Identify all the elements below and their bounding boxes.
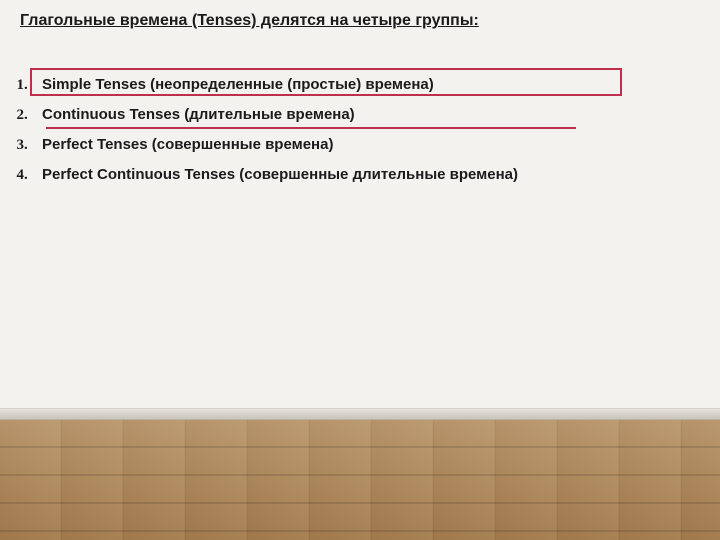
list-item: 2 . Continuous Tenses (длительные времен… xyxy=(2,106,518,136)
list-item: 4 . Perfect Continuous Tenses (совершенн… xyxy=(2,166,518,196)
list-number: 4 xyxy=(2,167,24,184)
list-number: 1 xyxy=(2,77,24,94)
list-text: Simple Tenses (неопределенные (простые) … xyxy=(42,76,434,93)
list-dot: . xyxy=(24,77,42,94)
list-text: Continuous Tenses (длительные времена) xyxy=(42,106,355,123)
list-dot: . xyxy=(24,137,42,154)
list-dot: . xyxy=(24,167,42,184)
list-number: 3 xyxy=(2,137,24,154)
baseboard xyxy=(0,408,720,420)
list-item: 3 . Perfect Tenses (совершенные времена) xyxy=(2,136,518,166)
list-text: Perfect Continuous Tenses (совершенные д… xyxy=(42,166,518,183)
slide-heading: Глагольные времена (Tenses) делятся на ч… xyxy=(20,12,479,30)
tense-list: 1 . Simple Tenses (неопределенные (прост… xyxy=(2,76,518,196)
list-item: 1 . Simple Tenses (неопределенные (прост… xyxy=(2,76,518,106)
list-number: 2 xyxy=(2,107,24,124)
list-text: Perfect Tenses (совершенные времена) xyxy=(42,136,333,153)
slide: Глагольные времена (Tenses) делятся на ч… xyxy=(0,0,720,540)
list-dot: . xyxy=(24,107,42,124)
floor-texture xyxy=(0,420,720,540)
